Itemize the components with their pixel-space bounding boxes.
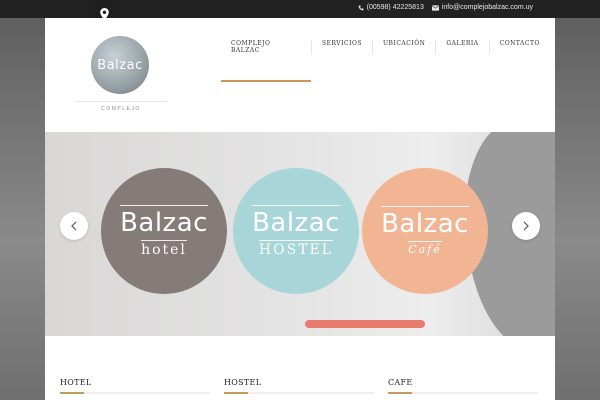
slider-prev-button[interactable] (60, 212, 88, 240)
phone-link[interactable]: (00598) 42225813 (358, 4, 424, 11)
section-divider (224, 392, 374, 394)
chevron-right-icon (523, 221, 529, 231)
brand-circle-cafe[interactable]: Balzac Café (362, 168, 488, 294)
phone-number: (00598) 42225813 (366, 4, 424, 11)
slider-next-button[interactable] (512, 212, 540, 240)
section-cafe: CAFE (388, 378, 538, 394)
section-divider (60, 392, 210, 394)
email-address: info@complejobalzac.com.uy (441, 4, 533, 11)
section-hostel: HOSTEL (224, 378, 374, 394)
brand-sub: HOSTEL (258, 239, 334, 258)
envelope-icon (431, 4, 439, 11)
chevron-left-icon (71, 221, 77, 231)
logo[interactable]: Balzac COMPLEJO (61, 18, 167, 118)
nav-item-servicios[interactable]: SERVICIOS (311, 40, 372, 54)
brand-name: Balzac (381, 206, 469, 239)
nav-item-ubicacion[interactable]: UBICACIÓN (372, 40, 435, 54)
main-nav: COMPLEJO BALZAC SERVICIOS UBICACIÓN GALE… (221, 40, 550, 100)
logo-badge: Balzac (91, 36, 149, 94)
logo-text: Balzac (97, 57, 143, 73)
nav-item-galeria[interactable]: GALERIA (435, 40, 488, 54)
sections-area: HOTEL HOSTEL CAFE (45, 336, 555, 400)
section-hotel: HOTEL (60, 378, 210, 394)
email-link[interactable]: info@complejobalzac.com.uy (431, 4, 533, 11)
section-divider (388, 392, 538, 394)
logo-divider (75, 101, 167, 102)
hero-slider: Balzac hotel Balzac HOSTEL Balzac Café (45, 132, 555, 336)
brand-name: Balzac (252, 204, 340, 238)
brand-circle-hotel[interactable]: Balzac hotel (101, 168, 227, 294)
brand-sub: Café (408, 241, 442, 256)
brand-circle-hostel[interactable]: Balzac HOSTEL (233, 168, 359, 294)
slide-accent-stroke (305, 320, 425, 328)
section-title: HOTEL (60, 378, 92, 387)
brand-name: Balzac (120, 204, 208, 238)
contact-info: (00598) 42225813 info@complejobalzac.com… (358, 4, 533, 11)
logo-subtitle: COMPLEJO (101, 106, 141, 112)
nav-item-contacto[interactable]: CONTACTO (488, 40, 550, 54)
nav-item-complejo-balzac[interactable]: COMPLEJO BALZAC (221, 40, 311, 83)
site-header: Balzac COMPLEJO COMPLEJO BALZAC SERVICIO… (45, 18, 555, 132)
section-title: CAFE (388, 378, 413, 387)
phone-icon (358, 5, 364, 10)
section-title: HOSTEL (224, 378, 262, 387)
brand-sub: hotel (141, 239, 187, 258)
